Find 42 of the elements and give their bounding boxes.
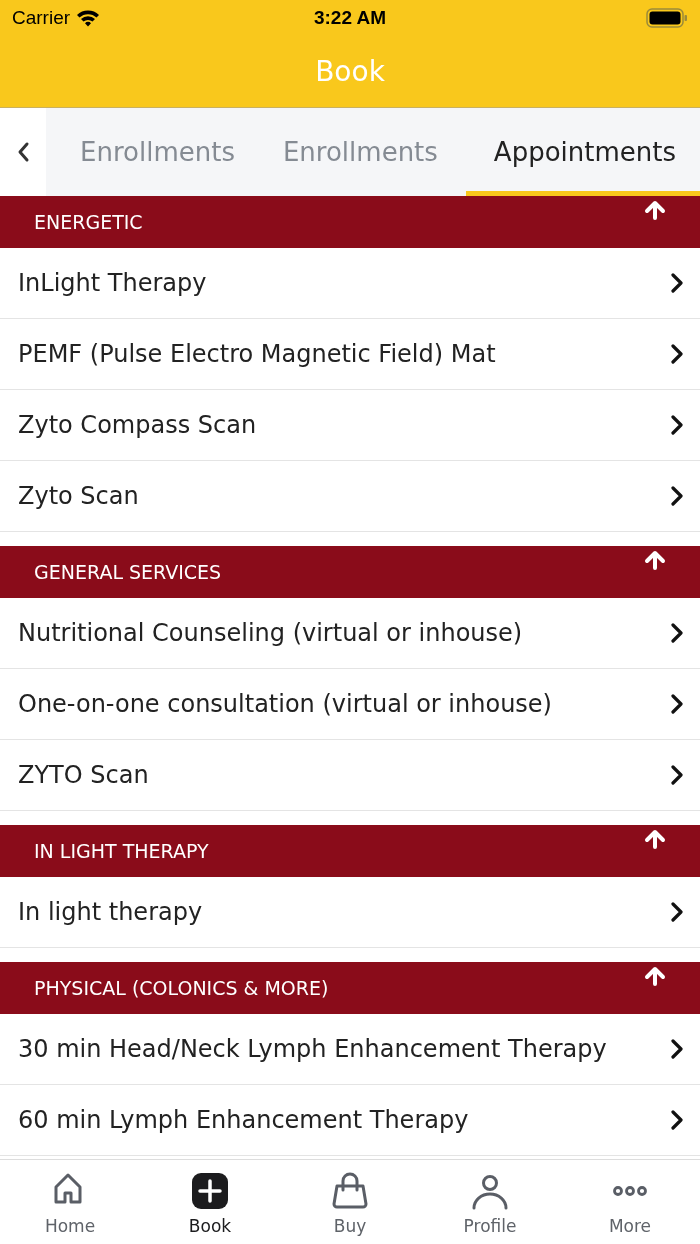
- wifi-icon: [76, 9, 101, 27]
- battery-icon: [646, 8, 688, 28]
- tab-bar-item[interactable]: Buy: [280, 1160, 420, 1244]
- list-item[interactable]: Zyto Compass Scan: [0, 390, 700, 461]
- up-arrow-icon[interactable]: [644, 200, 666, 220]
- tab-bar-item[interactable]: Book: [140, 1160, 280, 1244]
- list-item[interactable]: Nutritional Counseling (virtual or inhouse): [0, 598, 700, 669]
- list-item[interactable]: InLight Therapy: [0, 248, 700, 319]
- section-title: PHYSICAL (COLONICS & MORE): [34, 977, 329, 999]
- header-title: Book: [315, 55, 385, 88]
- chevron-icon: [670, 486, 684, 506]
- chevron-icon: [670, 273, 684, 293]
- section-title: GENERAL SERVICES: [34, 561, 222, 583]
- tab-bar-item[interactable]: Profile: [420, 1160, 560, 1244]
- list-item[interactable]: PEMF (Pulse Electro Magnetic Field) Mat: [0, 319, 700, 390]
- chevron-icon: [670, 415, 684, 435]
- shopping-bag-icon: [331, 1172, 369, 1210]
- chevron-icon: [670, 344, 684, 364]
- chevron-icon: [670, 1110, 684, 1130]
- up-arrow-icon[interactable]: [644, 966, 666, 986]
- list-item[interactable]: 30 min Head/Neck Lymph Enhancement Therapy: [0, 1014, 700, 1085]
- list-item[interactable]: In light therapy: [0, 877, 700, 948]
- person-icon: [471, 1172, 509, 1210]
- list-item[interactable]: Zyto Scan: [0, 461, 700, 532]
- list-item[interactable]: One-on-one consultation (virtual or inhouse): [0, 669, 700, 740]
- status-time: 3:22 AM: [313, 7, 387, 28]
- carrier-label: Carrier: [12, 7, 71, 29]
- plus-icon: [191, 1172, 229, 1210]
- chevron-icon: [670, 623, 684, 643]
- chevron-icon: [670, 694, 684, 714]
- chevron-icon: [670, 765, 684, 785]
- tab-bar-item[interactable]: Home: [0, 1160, 140, 1244]
- up-arrow-icon[interactable]: [644, 829, 666, 849]
- chevron-icon: [670, 1039, 684, 1059]
- section-title: ENERGETIC: [34, 211, 143, 233]
- tab-bar-item[interactable]: More: [560, 1160, 700, 1244]
- more-icon: [612, 1186, 648, 1196]
- section-title: IN LIGHT THERAPY: [34, 840, 209, 862]
- list-item[interactable]: ZYTO Scan: [0, 740, 700, 811]
- chevron-icon: [670, 902, 684, 922]
- up-arrow-icon[interactable]: [644, 550, 666, 570]
- list-item[interactable]: 60 min Lymph Enhancement Therapy: [0, 1085, 700, 1156]
